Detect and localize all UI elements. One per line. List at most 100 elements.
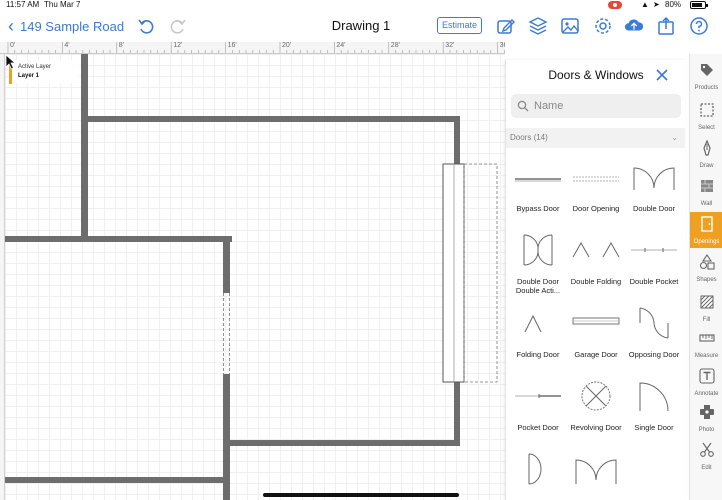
item-door-opening[interactable]: Door Opening — [567, 156, 625, 224]
wall-segment[interactable] — [223, 440, 460, 446]
revolving-door-icon — [581, 381, 611, 411]
wifi-icon: ▲ — [641, 0, 649, 9]
tool-photo[interactable]: Photo — [690, 400, 722, 436]
wall-icon — [700, 180, 713, 192]
door-variant-icon — [528, 453, 542, 485]
ruler-ticks — [7, 42, 505, 53]
horizontal-ruler: 0' 4' 8' 12' 16' 20' 24' 28' 32' 36' — [0, 42, 505, 54]
item-double-pocket[interactable]: Double Pocket — [625, 229, 683, 297]
wall-segment[interactable] — [81, 54, 88, 238]
item-label: Revolving Door — [570, 423, 622, 432]
item-label: Door Opening — [572, 204, 620, 213]
active-layer-indicator[interactable]: Active Layer Layer 1 — [9, 60, 79, 84]
drawing-canvas[interactable]: Active Layer Layer 1 — [5, 54, 505, 500]
item-label: Double Folding — [570, 277, 622, 286]
item-opposing-door[interactable]: Opposing Door — [625, 302, 683, 370]
status-bar: 11:57 AM Thu Mar 7 ▲ ➤ 80% — [0, 0, 722, 10]
item-label: Single Door — [634, 423, 674, 432]
search-field[interactable] — [511, 94, 681, 118]
ruler-tick-label: 36' — [499, 42, 505, 49]
drawing-title[interactable]: Drawing 1 — [332, 18, 391, 33]
ruler-tick-label: 28' — [390, 42, 400, 49]
help-icon[interactable] — [689, 16, 709, 36]
tool-shapes[interactable]: Shapes — [690, 250, 722, 286]
door-icon — [700, 216, 713, 232]
select-icon — [699, 103, 714, 117]
ruler-tick-label: 0' — [10, 42, 16, 49]
item-door-variant[interactable] — [509, 448, 567, 500]
home-indicator[interactable] — [263, 493, 459, 497]
pocket-door-pocket[interactable] — [463, 163, 498, 383]
tool-label: Measure — [694, 353, 719, 359]
tool-products[interactable]: Products — [690, 58, 722, 94]
item-double-door-variant[interactable] — [567, 448, 625, 500]
close-icon[interactable] — [655, 68, 669, 82]
wall-segment[interactable] — [454, 382, 460, 446]
top-toolbar: ‹ 149 Sample Road Drawing 1 Estimate — [0, 10, 722, 42]
tool-select[interactable]: Select — [690, 98, 722, 134]
cloud-upload-icon[interactable] — [624, 16, 646, 36]
item-label: Double Pocket — [629, 277, 679, 286]
active-layer-caption: Active Layer — [18, 64, 52, 70]
item-bypass-door[interactable]: Bypass Door — [509, 156, 567, 224]
battery-icon — [690, 1, 708, 9]
shapes-icon — [699, 254, 715, 270]
mouse-pointer-icon — [5, 54, 17, 70]
tool-draw[interactable]: Draw — [690, 136, 722, 172]
tool-fill[interactable]: Fill — [690, 290, 722, 326]
item-label: Garage Door — [574, 350, 618, 359]
settings-gear-icon[interactable] — [593, 16, 613, 36]
chevron-down-icon: ⌄ — [671, 133, 678, 142]
wall-segment[interactable] — [223, 236, 230, 293]
tool-openings[interactable]: Openings — [690, 212, 722, 248]
tool-label: Photo — [698, 427, 715, 433]
edit-details-icon[interactable] — [496, 16, 516, 36]
item-label: Pocket Door — [517, 423, 559, 432]
item-revolving-door[interactable]: Revolving Door — [567, 375, 625, 443]
wall-segment[interactable] — [88, 116, 460, 122]
share-icon[interactable] — [656, 16, 676, 36]
ruler-tick-label: 16' — [227, 42, 237, 49]
pen-icon — [702, 139, 711, 156]
double-folding-icon — [572, 241, 620, 258]
scissors-icon — [699, 442, 714, 457]
tool-edit[interactable]: Edit — [690, 438, 722, 474]
tag-icon — [700, 64, 713, 76]
ruler-tick-label: 4' — [64, 42, 70, 49]
floor-plan[interactable] — [5, 54, 505, 500]
estimate-button[interactable]: Estimate — [437, 17, 482, 34]
image-icon[interactable] — [560, 16, 580, 36]
wall-segment[interactable] — [5, 236, 232, 242]
single-door-icon — [639, 382, 669, 412]
item-pocket-door[interactable]: Pocket Door — [509, 375, 567, 443]
tool-rail: Products Select Draw Wall Openings Shape… — [689, 54, 722, 500]
text-icon — [698, 368, 715, 384]
ruler-tick-label: 12' — [173, 42, 183, 49]
tool-measure[interactable]: Measure — [690, 326, 722, 362]
search-input[interactable] — [534, 100, 674, 112]
doors-section-header[interactable]: Doors (14) ⌄ — [506, 128, 685, 148]
chevron-left-icon: ‹ — [8, 16, 14, 36]
layers-icon[interactable] — [528, 16, 548, 36]
item-single-door[interactable]: Single Door — [625, 375, 683, 443]
back-button[interactable]: ‹ 149 Sample Road — [8, 16, 124, 36]
tool-wall[interactable]: Wall — [690, 174, 722, 210]
item-label: Double Door Double Acti... — [515, 277, 561, 295]
ruler-icon — [698, 334, 715, 342]
item-double-door[interactable]: Double Door — [625, 156, 683, 224]
item-double-folding[interactable]: Double Folding — [567, 229, 625, 297]
camera-icon — [699, 405, 714, 419]
wall-segment[interactable] — [5, 477, 230, 483]
tool-annotate[interactable]: Annotate — [690, 364, 722, 400]
undo-icon[interactable] — [136, 16, 156, 36]
tool-label: Openings — [693, 239, 720, 245]
tool-label: Shapes — [696, 277, 717, 283]
item-label: Double Door — [632, 204, 676, 213]
item-garage-door[interactable]: Garage Door — [567, 302, 625, 370]
pocket-door-element[interactable] — [442, 163, 465, 383]
garage-door-icon — [572, 317, 620, 325]
item-double-door-double-action[interactable]: Double Door Double Acti... — [509, 229, 567, 297]
wall-segment[interactable] — [454, 116, 460, 164]
redo-icon[interactable] — [168, 16, 188, 36]
item-folding-door[interactable]: Folding Door — [509, 302, 567, 370]
